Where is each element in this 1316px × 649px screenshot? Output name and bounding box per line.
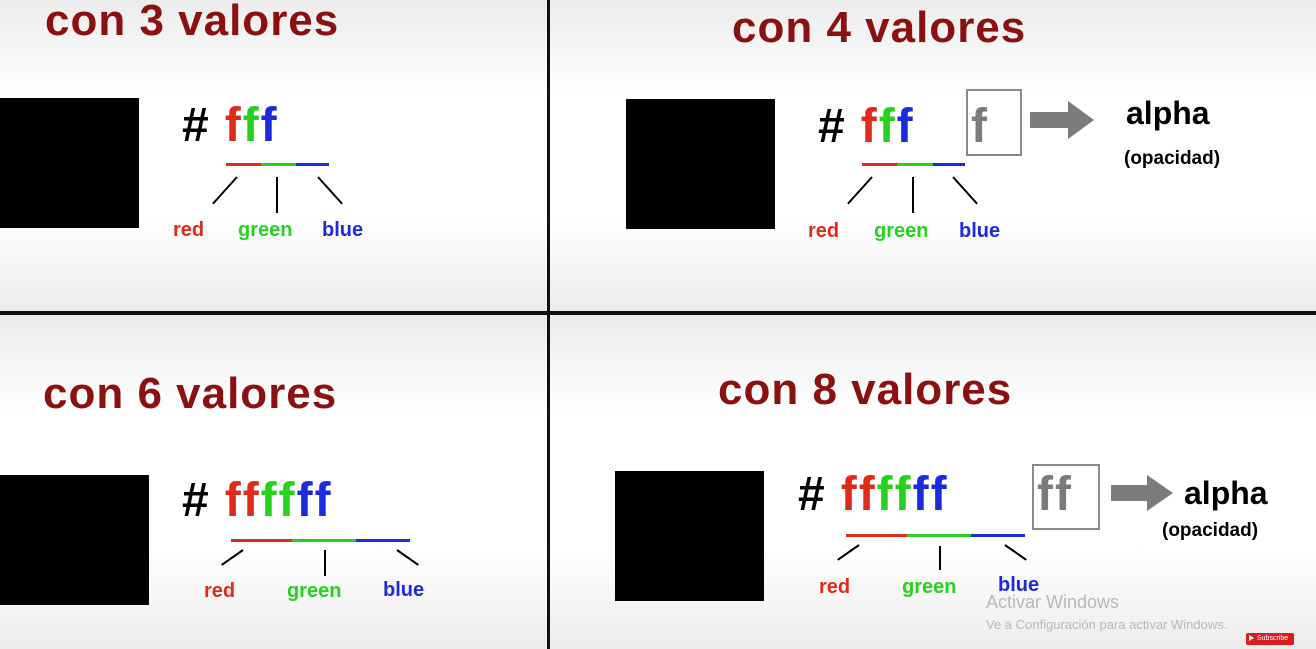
activation-watermark-text: Ve a Configuración para activar Windows. xyxy=(986,617,1228,632)
black-square xyxy=(0,98,139,228)
panel-3-values: con 3 valores # fff red green blue xyxy=(0,0,547,311)
panel-6-values: con 6 valores # ffffff red green blue xyxy=(0,315,547,649)
label-green: green xyxy=(902,576,957,598)
black-square xyxy=(615,471,764,601)
opacity-label: (opacidad) xyxy=(1124,148,1221,169)
label-blue: blue xyxy=(959,220,1001,242)
pointer-line xyxy=(396,549,419,566)
hex-blue: ff xyxy=(296,474,333,527)
subscribe-badge[interactable]: Subscribe xyxy=(1246,633,1294,645)
hex-alpha: f xyxy=(971,100,989,153)
black-square xyxy=(626,99,775,229)
hash-symbol: # xyxy=(818,100,847,153)
label-red: red xyxy=(204,580,236,602)
pointer-line xyxy=(317,176,343,205)
label-red: red xyxy=(173,219,205,241)
pointer-line xyxy=(939,546,941,570)
hex-blue: f xyxy=(260,99,279,152)
panel-title: con 4 valores xyxy=(732,3,1027,52)
opacity-label: (opacidad) xyxy=(1162,520,1259,541)
activation-watermark-title: Activar Windows xyxy=(986,592,1120,612)
pointer-line xyxy=(837,544,860,561)
alpha-label: alpha xyxy=(1184,475,1268,511)
arrow-right-icon xyxy=(1111,475,1173,511)
alpha-label: alpha xyxy=(1126,95,1210,131)
pointer-line xyxy=(952,176,978,205)
panel-8-values: con 8 valores # ffffff ff alpha (opacidad… xyxy=(550,315,1316,649)
hash-symbol: # xyxy=(182,474,211,527)
panel-title: con 3 valores xyxy=(45,0,340,45)
label-red: red xyxy=(808,220,840,242)
panel-4-values: con 4 valores # fff f alpha (opacidad) re… xyxy=(550,0,1316,311)
hex-code: # fff xyxy=(182,102,279,150)
hex-green: f xyxy=(242,99,261,152)
hex-code: # ffffff xyxy=(182,477,333,525)
hex-red: f xyxy=(224,99,243,152)
pointer-line xyxy=(276,177,278,213)
hex-code: # fff xyxy=(818,103,915,151)
hex-red: ff xyxy=(840,468,877,521)
hex-red: ff xyxy=(224,474,261,527)
panel-title: con 8 valores xyxy=(718,365,1013,414)
pointer-line xyxy=(324,550,326,576)
hex-green: ff xyxy=(260,474,297,527)
divider-horizontal xyxy=(0,311,1316,315)
hash-symbol: # xyxy=(798,468,827,521)
hex-blue: ff xyxy=(912,468,949,521)
hex-green: ff xyxy=(876,468,913,521)
pointer-line xyxy=(912,177,914,213)
pointer-line xyxy=(847,176,873,205)
pointer-line xyxy=(212,176,238,205)
pointer-line xyxy=(221,549,244,566)
arrow-right-icon xyxy=(1030,101,1094,139)
pointer-line xyxy=(1004,544,1027,561)
play-icon xyxy=(1249,635,1254,642)
label-red: red xyxy=(819,576,851,598)
hex-alpha: ff xyxy=(1037,468,1073,521)
label-green: green xyxy=(287,580,342,602)
hex-blue: f xyxy=(896,100,915,153)
panel-title: con 6 valores xyxy=(43,369,338,418)
hex-green: f xyxy=(878,100,897,153)
label-green: green xyxy=(238,219,293,241)
hex-code: # ffffff xyxy=(798,471,949,519)
divider-vertical xyxy=(547,0,550,649)
channel-underline xyxy=(862,163,965,166)
subscribe-label: Subscribe xyxy=(1257,635,1289,642)
label-green: green xyxy=(874,220,929,242)
label-blue: blue xyxy=(322,219,364,241)
hash-symbol: # xyxy=(182,99,211,152)
black-square xyxy=(0,475,149,605)
hex-red: f xyxy=(860,100,879,153)
channel-underline xyxy=(846,534,1025,537)
label-blue: blue xyxy=(383,579,425,601)
channel-underline xyxy=(231,539,410,542)
channel-underline xyxy=(226,163,329,166)
